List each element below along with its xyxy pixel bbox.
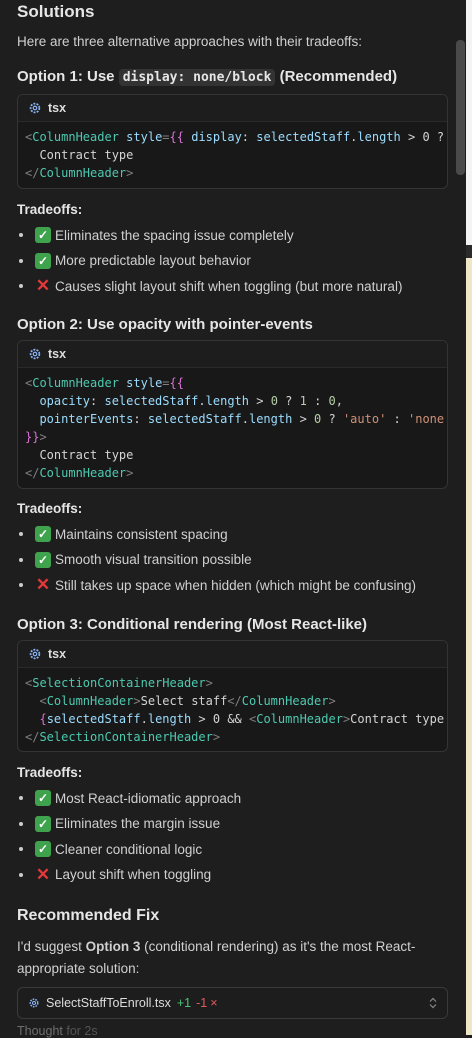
code-block-header: tsx — [18, 641, 447, 668]
code-block-option-1[interactable]: tsx <ColumnHeader style={{ display: sele… — [17, 94, 448, 189]
tradeoffs-label: Tradeoffs: — [17, 765, 83, 780]
code-block-header: tsx — [18, 341, 447, 368]
lines-removed: -1 — [196, 996, 208, 1010]
tradeoffs-label: Tradeoffs: — [17, 501, 83, 516]
code-language-label: tsx — [48, 347, 67, 361]
code-line: pointerEvents: selectedStaff.length > 0 … — [39, 412, 445, 426]
bullet-dot — [19, 233, 23, 237]
tradeoff-text: Causes slight layout shift when toggling… — [55, 278, 403, 294]
tradeoff-text: Eliminates the spacing issue completely — [55, 227, 294, 243]
bullet-dot — [19, 796, 23, 800]
thought-status: Thought for 2s — [17, 1024, 98, 1038]
option-2-heading: Option 2: Use opacity with pointer-event… — [17, 316, 313, 333]
code-line: }}> — [25, 430, 47, 444]
file-change-chip[interactable]: SelectStaffToEnroll.tsx +1 -1 × — [17, 987, 448, 1019]
check-mark-icon: ✓ — [35, 227, 51, 243]
tradeoff-item: ✓ Maintains consistent spacing — [17, 524, 228, 544]
tradeoff-item: ✓ Eliminates the margin issue — [17, 814, 220, 834]
lines-added: +1 — [176, 996, 192, 1010]
bullet-dot — [19, 872, 23, 877]
tradeoff-text: Layout shift when toggling — [55, 867, 212, 882]
code-line: <ColumnHeader>Select staff</ColumnHeader… — [39, 694, 336, 708]
option-1-heading: Option 1: Use display: none/block (Recom… — [17, 68, 398, 86]
tradeoff-item: ✓ Eliminates the spacing issue completely — [17, 225, 294, 245]
tradeoff-item: ✓ More predictable layout behavior — [17, 251, 251, 271]
recommended-text: I'd suggest Option 3 (conditional render… — [17, 939, 416, 976]
cross-mark-icon: ✕ — [35, 276, 51, 295]
code-line: </ColumnHeader> — [25, 466, 134, 480]
check-mark-icon: ✓ — [35, 841, 51, 857]
tradeoff-text: More predictable layout behavior — [55, 253, 251, 268]
file-name: SelectStaffToEnroll.tsx — [46, 996, 171, 1010]
bullet-dot — [19, 532, 23, 536]
tradeoff-item: ✕ Causes slight layout shift when togglin… — [17, 276, 402, 296]
chevron-up-down-icon[interactable] — [429, 997, 437, 1009]
cross-mark-icon: ✕ — [35, 864, 51, 884]
tradeoff-item: ✓ Cleaner conditional logic — [17, 839, 202, 859]
code-language-label: tsx — [48, 647, 67, 661]
tradeoff-text: Cleaner conditional logic — [55, 841, 203, 857]
code-block-option-2[interactable]: tsx <ColumnHeader style={{ opacity: sele… — [17, 340, 448, 489]
code-body: <ColumnHeader style={{ opacity: selected… — [18, 368, 447, 488]
code-block-header: tsx — [18, 95, 447, 122]
code-line: {selectedStaff.length > 0 && <ColumnHead… — [39, 712, 445, 726]
option-3-heading: Option 3: Conditional rendering (Most Re… — [17, 616, 368, 633]
code-line: </SelectionContainerHeader> — [25, 730, 221, 744]
code-line: Contract type — [25, 448, 134, 462]
check-mark-icon: ✓ — [35, 815, 51, 832]
tsx-file-icon — [29, 648, 41, 660]
bullet-dot — [19, 583, 23, 587]
tradeoff-text: Eliminates the margin issue — [55, 816, 221, 831]
tradeoff-text: Still takes up space when hidden (which … — [55, 577, 416, 593]
code-line: <ColumnHeader style={{ — [25, 376, 184, 390]
tradeoff-text: Smooth visual transition possible — [55, 552, 252, 567]
code-line: <SelectionContainerHeader> — [25, 676, 213, 690]
code-body: <ColumnHeader style={{ display: selected… — [18, 122, 447, 188]
tradeoff-item: ✕ Still takes up space when hidden (which… — [17, 575, 416, 595]
code-line: Contract type — [25, 148, 134, 162]
bullet-dot — [19, 821, 23, 826]
section-title: Solutions — [17, 2, 95, 21]
intro-text: Here are three alternative approaches wi… — [17, 34, 362, 49]
tradeoff-item: ✓ Most React-idiomatic approach — [17, 788, 241, 808]
bullet-dot — [19, 847, 23, 851]
tradeoffs-label: Tradeoffs: — [17, 202, 83, 217]
code-line: <ColumnHeader style={{ display: selected… — [25, 130, 447, 144]
code-line: </ColumnHeader> — [25, 166, 134, 180]
check-mark-icon: ✓ — [35, 252, 51, 269]
check-mark-icon: ✓ — [35, 551, 51, 568]
inline-code: display: none/block — [118, 69, 276, 86]
check-mark-icon: ✓ — [35, 526, 51, 542]
cross-mark-icon: ✕ — [35, 575, 51, 594]
tradeoff-text: Maintains consistent spacing — [55, 526, 228, 542]
tradeoff-item: ✓ Smooth visual transition possible — [17, 550, 252, 570]
bullet-dot — [19, 258, 23, 263]
tsx-file-icon — [29, 102, 41, 114]
code-block-option-3[interactable]: tsx <SelectionContainerHeader> <ColumnHe… — [17, 640, 448, 752]
code-language-label: tsx — [48, 101, 67, 115]
recommended-heading: Recommended Fix — [17, 907, 160, 924]
code-body: <SelectionContainerHeader> <ColumnHeader… — [18, 668, 447, 751]
bullet-dot — [19, 284, 23, 288]
close-icon[interactable]: × — [210, 996, 217, 1010]
tsx-file-icon — [29, 348, 41, 360]
code-line: opacity: selectedStaff.length > 0 ? 1 : … — [39, 394, 343, 408]
bullet-dot — [19, 557, 23, 562]
tradeoff-item: ✕ Layout shift when toggling — [17, 865, 211, 885]
check-mark-icon: ✓ — [35, 790, 51, 806]
scrollbar[interactable] — [456, 40, 465, 175]
tsx-file-icon — [29, 998, 39, 1008]
adjacent-panel-edge — [466, 0, 472, 1035]
tradeoff-text: Most React-idiomatic approach — [55, 790, 242, 806]
